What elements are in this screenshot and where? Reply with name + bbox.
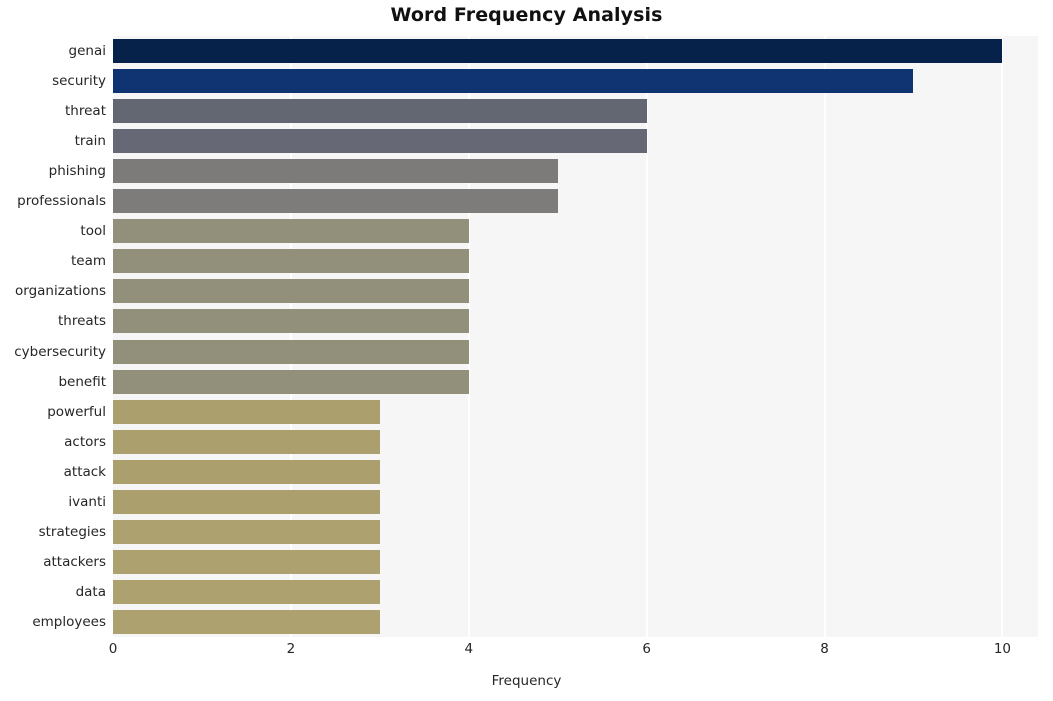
bar [113, 39, 1003, 64]
y-axis-tick-labels: genai security threat train phishing professi… [0, 36, 106, 637]
bar [113, 69, 914, 94]
y-tick-label: data [75, 583, 106, 600]
y-tick-label: security [52, 73, 106, 90]
bar [113, 369, 469, 394]
y-tick-label: strategies [38, 523, 106, 540]
x-tick-label: 6 [642, 641, 651, 657]
y-tick-label: threats [57, 313, 106, 330]
gridline-2 [289, 36, 292, 637]
y-tick-label: cybersecurity [14, 343, 106, 360]
y-tick-label: train [74, 133, 106, 150]
y-tick-label: powerful [47, 403, 106, 420]
y-tick-label: threat [65, 103, 106, 120]
gridline-6 [645, 36, 648, 637]
bar [113, 609, 380, 634]
x-tick-label: 2 [286, 641, 296, 657]
x-tick-label: 4 [464, 641, 474, 657]
x-tick-label: 10 [993, 641, 1012, 657]
chart-figure: Word Frequency Analysis genai security thr… [0, 0, 1053, 701]
bar [113, 189, 558, 214]
gridline-4 [467, 36, 470, 637]
y-tick-label: tool [80, 223, 106, 240]
y-tick-label: actors [64, 433, 106, 450]
x-axis-tick-labels: 0 2 4 6 8 10 [0, 641, 1053, 663]
y-tick-label: attackers [43, 553, 106, 570]
y-tick-label: benefit [58, 373, 106, 390]
bar [113, 279, 469, 304]
y-tick-label: genai [68, 43, 106, 60]
y-tick-label: team [70, 253, 106, 270]
bar [113, 429, 380, 454]
bar [113, 519, 380, 544]
plot-area [113, 36, 1038, 637]
x-axis-title: Frequency [491, 673, 562, 689]
x-tick-label: 8 [820, 641, 829, 657]
bar [113, 159, 558, 184]
chart-title: Word Frequency Analysis [390, 4, 663, 26]
bar [113, 309, 469, 334]
y-tick-label: professionals [17, 193, 106, 210]
y-tick-label: organizations [15, 283, 106, 300]
y-tick-label: ivanti [68, 493, 106, 510]
y-tick-label: phishing [48, 163, 106, 180]
bar [113, 339, 469, 364]
bar [113, 579, 380, 604]
bar [113, 399, 380, 424]
gridline-10 [1001, 36, 1004, 637]
y-tick-label: employees [32, 613, 106, 630]
bar [113, 129, 647, 154]
bar [113, 99, 647, 124]
y-tick-label: attack [63, 463, 106, 480]
bar [113, 549, 380, 574]
bar [113, 459, 380, 484]
gridline-8 [823, 36, 826, 637]
x-tick-label: 0 [108, 641, 118, 657]
bar [113, 219, 469, 244]
bar [113, 249, 469, 274]
bar [113, 489, 380, 514]
